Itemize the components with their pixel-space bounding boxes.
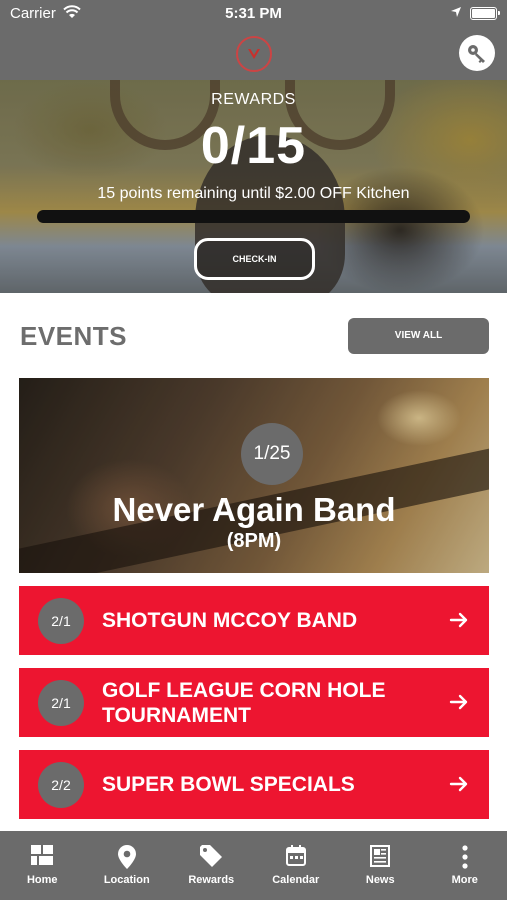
- tag-icon: [200, 845, 223, 867]
- event-date-badge: 2/2: [38, 762, 84, 808]
- events-heading: EVENTS: [20, 321, 128, 351]
- event-name: SHOTGUN MCCOY BAND: [102, 609, 358, 632]
- featured-event-date-badge: 1/25: [241, 423, 303, 485]
- rewards-progress-bar: [37, 210, 470, 223]
- event-list-item[interactable]: 2/1 GOLF LEAGUE CORN HOLE TOURNAMENT: [19, 668, 489, 737]
- tab-label: Location: [103, 874, 150, 886]
- map-pin-icon: [117, 845, 136, 869]
- tab-label: Rewards: [188, 874, 235, 886]
- newspaper-icon: [370, 845, 391, 867]
- tab-calendar[interactable]: Calendar: [254, 831, 339, 900]
- featured-event-subtitle: (8PM): [226, 530, 282, 552]
- status-bar: Carrier 5:31 PM: [0, 0, 507, 28]
- tab-news[interactable]: News: [338, 831, 423, 900]
- location-arrow-icon: [451, 7, 461, 17]
- rewards-points-count: 0/15: [200, 117, 307, 175]
- rewards-remaining-text: 15 points remaining until $2.00 OFF Kitc…: [97, 185, 410, 202]
- arrow-right-icon: [449, 694, 468, 710]
- featured-event-title: Never Again Band: [112, 491, 396, 528]
- event-list-item[interactable]: 2/2 SUPER BOWL SPECIALS: [19, 750, 489, 819]
- status-time: 5:31 PM: [225, 5, 282, 22]
- tab-label: News: [365, 874, 395, 886]
- club-logo-icon[interactable]: [236, 36, 272, 72]
- top-bar: Carrier 5:31 PM: [0, 0, 507, 80]
- tab-label: More: [451, 874, 478, 886]
- event-list-item[interactable]: 2/1 SHOTGUN MCCOY BAND: [19, 586, 489, 655]
- tab-rewards[interactable]: Rewards: [169, 831, 254, 900]
- battery-icon: [470, 7, 500, 20]
- view-all-button[interactable]: VIEW ALL: [348, 318, 489, 354]
- arrow-right-icon: [449, 776, 468, 792]
- rewards-banner: REWARDS 0/15 15 points remaining until $…: [0, 80, 507, 293]
- bottom-tab-bar: Home Location Rewards Calendar News More: [0, 831, 507, 900]
- arrow-right-icon: [449, 612, 468, 628]
- tab-home[interactable]: Home: [0, 831, 85, 900]
- featured-event-card[interactable]: 1/25 Never Again Band (8PM): [19, 378, 489, 573]
- more-dots-icon: [462, 845, 468, 869]
- rewards-label: REWARDS: [211, 91, 296, 108]
- tab-label: Calendar: [272, 874, 320, 886]
- calendar-icon: [285, 845, 306, 866]
- key-glyph-icon: [468, 45, 485, 63]
- event-date-badge: 2/1: [38, 598, 84, 644]
- event-date-badge: 2/1: [38, 680, 84, 726]
- event-name: SUPER BOWL SPECIALS: [102, 773, 355, 796]
- home-grid-icon: [31, 845, 54, 865]
- tab-more[interactable]: More: [423, 831, 507, 900]
- tab-location[interactable]: Location: [85, 831, 170, 900]
- check-in-button[interactable]: CHECK-IN: [194, 238, 315, 280]
- event-name: GOLF LEAGUE CORN HOLE TOURNAMENT: [102, 678, 386, 727]
- key-icon[interactable]: [459, 35, 495, 71]
- tab-label: Home: [26, 874, 58, 886]
